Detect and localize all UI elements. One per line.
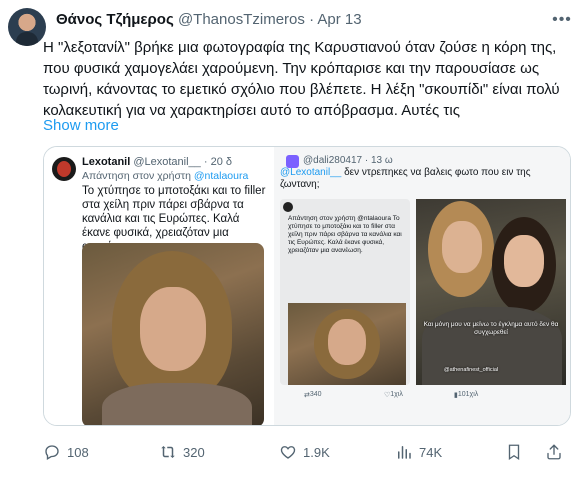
repost-button[interactable]: 320 bbox=[159, 440, 205, 464]
embedded-handle-right: @dali280417 bbox=[303, 155, 363, 166]
views-button[interactable]: 74K bbox=[395, 440, 442, 464]
embedded-action-bar: ⇄ 340 ♡ 1χιλ ▮ 101χιλ bbox=[284, 391, 564, 405]
show-more-link[interactable]: Show more bbox=[43, 117, 119, 134]
views-count: 74K bbox=[419, 444, 443, 460]
tweet-header: Θάνος Τζήμερος @ThanosTzimeros · Apr 13 bbox=[56, 11, 362, 28]
embedded-separator: · bbox=[203, 156, 208, 168]
reply-count: 108 bbox=[67, 444, 89, 460]
tweet-text: Η "λεξοτανίλ" βρήκε μια φωτογραφία της Κ… bbox=[43, 39, 560, 119]
like-button[interactable]: 1.9K bbox=[279, 440, 330, 464]
embedded-time: 20 δ bbox=[210, 156, 233, 168]
embedded-header: Lexotanil @Lexotanil__ · 20 δ bbox=[82, 156, 232, 168]
author-name[interactable]: Θάνος Τζήμερος bbox=[56, 11, 174, 28]
embedded-header-right: @dali280417 · 13 ω bbox=[303, 155, 393, 166]
more-icon[interactable]: ••• bbox=[552, 10, 572, 30]
avatar[interactable] bbox=[8, 8, 46, 46]
bookmark-button[interactable] bbox=[505, 440, 523, 464]
separator: · bbox=[309, 11, 315, 28]
embedded-photo bbox=[82, 243, 264, 425]
author-handle[interactable]: @ThanosTzimeros bbox=[178, 11, 305, 28]
bookmark-icon bbox=[505, 443, 523, 461]
action-bar: 108 320 1.9K 74K bbox=[43, 440, 571, 464]
repost-icon bbox=[159, 443, 177, 461]
embedded-reply-line: Απάντηση στον χρήστη @ntalaoura bbox=[82, 170, 248, 182]
repost-count: 320 bbox=[183, 444, 205, 460]
embedded-handle: @Lexotanil__ bbox=[133, 156, 201, 168]
nested-text: Απάντηση στον χρήστη @ntalaoura Το χτύπη… bbox=[288, 215, 402, 254]
embedded-separator-right: · bbox=[364, 155, 369, 166]
embedded-views: ▮ 101χιλ bbox=[454, 391, 479, 399]
reply-mention: @ntalaoura bbox=[193, 170, 249, 182]
nested-screenshot: Απάντηση στον χρήστη @ntalaoura Το χτύπη… bbox=[280, 199, 410, 385]
embedded-screenshot-left: Lexotanil @Lexotanil__ · 20 δ Απάντηση σ… bbox=[44, 147, 274, 425]
embedded-avatar bbox=[52, 157, 76, 181]
embedded-body-right: @Lexotanil__ δεν ντρεπηκες να βαλεις φωτ… bbox=[280, 167, 568, 191]
views-icon bbox=[395, 443, 413, 461]
reply-prefix: Απάντηση στον χρήστη bbox=[82, 170, 191, 182]
embedded-retweets: ⇄ 340 bbox=[304, 391, 322, 399]
tweet-media[interactable]: Lexotanil @Lexotanil__ · 20 δ Απάντηση σ… bbox=[43, 146, 571, 426]
embedded-name: Lexotanil bbox=[82, 156, 131, 168]
tweet: Θάνος Τζήμερος @ThanosTzimeros · Apr 13 … bbox=[0, 0, 586, 477]
embedded-mention-right: @Lexotanil__ bbox=[280, 167, 342, 178]
embedded-screenshot-right: @dali280417 · 13 ω @Lexotanil__ δεν ντρε… bbox=[274, 147, 570, 425]
share-icon bbox=[545, 443, 563, 461]
photo-caption: Και μόνη μου να μείνω το έγκλημα αυτό δε… bbox=[423, 321, 559, 336]
like-icon bbox=[279, 443, 297, 461]
nested-photo bbox=[288, 303, 406, 385]
like-count: 1.9K bbox=[303, 444, 330, 460]
photo-watermark: @athenafinest_official bbox=[444, 367, 499, 373]
embedded-time-right: 13 ω bbox=[371, 155, 393, 166]
reply-icon bbox=[43, 443, 61, 461]
share-button[interactable] bbox=[545, 440, 563, 464]
comparison-photo: Και μόνη μου να μείνω το έγκλημα αυτό δε… bbox=[416, 199, 566, 385]
embedded-likes: ♡ 1χιλ bbox=[384, 391, 403, 399]
reply-button[interactable]: 108 bbox=[43, 440, 89, 464]
nested-avatar bbox=[283, 202, 293, 212]
tweet-date[interactable]: Apr 13 bbox=[317, 11, 361, 28]
